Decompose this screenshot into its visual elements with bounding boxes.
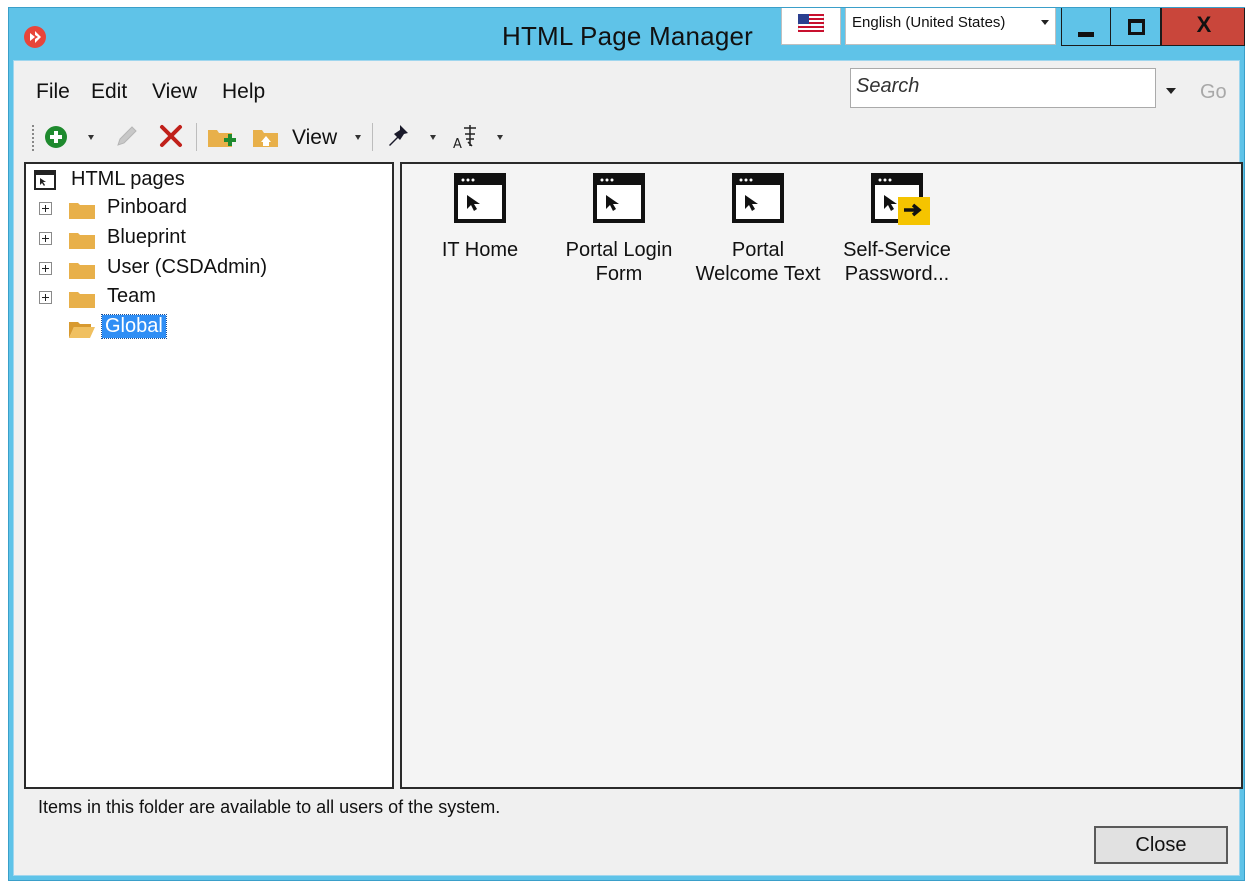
folder-icon	[69, 203, 95, 219]
page-title: IT Home	[410, 238, 550, 262]
page-title-line2: Form	[595, 263, 643, 285]
go-button[interactable]: Go	[1200, 81, 1227, 104]
pin-icon[interactable]	[386, 122, 412, 150]
tree-item-label: Team	[107, 285, 156, 307]
page-title-line1: Self-Service	[843, 239, 951, 261]
font-size-icon[interactable]: A	[452, 122, 482, 152]
page-title-line1: IT Home	[441, 239, 519, 261]
close-button[interactable]: Close	[1094, 826, 1228, 864]
client-area: File Edit View Help Search Go View A HTM…	[13, 60, 1243, 876]
view-dropdown-icon[interactable]	[355, 135, 361, 140]
language-label: English (United States)	[852, 14, 1006, 31]
page-title-line1: Portal	[731, 239, 785, 261]
folder-icon	[69, 263, 95, 279]
title-bar[interactable]: HTML Page Manager English (United States…	[9, 8, 1245, 60]
minimize-icon	[1078, 32, 1094, 37]
page-item-self-service-password[interactable]: Self-Service Password...	[827, 170, 967, 290]
tree-item-label: Blueprint	[107, 226, 186, 248]
language-dropdown[interactable]: English (United States)	[845, 8, 1056, 45]
html-page-icon	[34, 170, 56, 190]
tree-item-pinboard[interactable]: Pinboard	[39, 195, 379, 223]
tree-item-team[interactable]: Team	[39, 284, 379, 312]
menu-help[interactable]: Help	[222, 80, 265, 104]
menu-bar: File Edit View Help Search Go	[14, 61, 1239, 115]
menu-view[interactable]: View	[152, 80, 197, 104]
add-icon[interactable]	[44, 125, 68, 149]
toolbar: View A	[14, 117, 1239, 157]
page-title-line2: Password...	[844, 263, 950, 285]
page-item-portal-login-form[interactable]: Portal Login Form	[549, 170, 689, 290]
expand-icon[interactable]	[39, 262, 52, 275]
delete-x-icon[interactable]	[158, 123, 184, 149]
expand-icon[interactable]	[39, 232, 52, 245]
html-page-icon	[593, 173, 645, 223]
tree-item-label: User (CSDAdmin)	[107, 256, 268, 278]
folder-icon	[69, 233, 95, 249]
us-flag-icon	[798, 14, 824, 32]
maximize-icon	[1128, 19, 1145, 35]
toolbar-separator	[196, 123, 197, 151]
toolbar-grip[interactable]	[32, 125, 34, 151]
page-title: Portal Welcome Text	[688, 238, 828, 286]
page-item-it-home[interactable]: IT Home	[410, 170, 550, 290]
menu-edit[interactable]: Edit	[91, 80, 127, 104]
arrow-badge-icon	[898, 197, 930, 225]
chevron-down-icon	[1041, 20, 1049, 25]
window-close-button[interactable]: X	[1161, 8, 1245, 46]
html-page-icon	[454, 173, 506, 223]
pages-view[interactable]: IT Home Portal Login Form Portal Welcome…	[400, 162, 1243, 789]
pin-dropdown-icon[interactable]	[430, 135, 436, 140]
tree-root-label: HTML pages	[71, 168, 185, 190]
page-item-portal-welcome-text[interactable]: Portal Welcome Text	[688, 170, 828, 290]
minimize-button[interactable]	[1061, 8, 1111, 46]
app-window: HTML Page Manager English (United States…	[8, 7, 1245, 881]
page-title-line2: Welcome Text	[695, 263, 821, 285]
tree-item-global[interactable]: Global	[39, 314, 379, 342]
tree-item-label: Pinboard	[107, 196, 188, 218]
svg-text:A: A	[453, 137, 462, 152]
language-flag-button[interactable]	[781, 8, 841, 45]
search-input[interactable]: Search	[850, 68, 1156, 108]
page-title: Portal Login Form	[549, 238, 689, 286]
font-dropdown-icon[interactable]	[497, 135, 503, 140]
add-dropdown-icon[interactable]	[88, 135, 94, 140]
page-title-line1: Portal Login	[565, 239, 673, 261]
html-page-icon	[732, 173, 784, 223]
menu-file[interactable]: File	[36, 80, 70, 104]
folder-tree[interactable]: HTML pages Pinboard Blueprint User (CSDA…	[24, 162, 394, 789]
maximize-button[interactable]	[1110, 8, 1161, 46]
edit-pencil-icon[interactable]	[114, 123, 140, 149]
open-folder-icon	[69, 322, 95, 338]
app-logo-icon	[24, 26, 46, 48]
home-folder-icon[interactable]	[251, 123, 281, 151]
search-dropdown-icon[interactable]	[1166, 88, 1176, 94]
window-title: HTML Page Manager	[502, 21, 753, 51]
expand-icon[interactable]	[39, 291, 52, 304]
new-folder-icon[interactable]	[206, 123, 238, 151]
status-text: Items in this folder are available to al…	[38, 797, 501, 817]
tree-item-label: Global	[101, 314, 167, 339]
tree-item-user[interactable]: User (CSDAdmin)	[39, 255, 379, 283]
view-toolbar-button[interactable]: View	[292, 126, 337, 150]
folder-icon	[69, 292, 95, 308]
page-title: Self-Service Password...	[827, 238, 967, 286]
html-page-shortcut-icon	[871, 173, 930, 225]
expand-icon[interactable]	[39, 202, 52, 215]
toolbar-separator	[372, 123, 373, 151]
close-icon: X	[1196, 12, 1212, 37]
tree-item-blueprint[interactable]: Blueprint	[39, 225, 379, 253]
